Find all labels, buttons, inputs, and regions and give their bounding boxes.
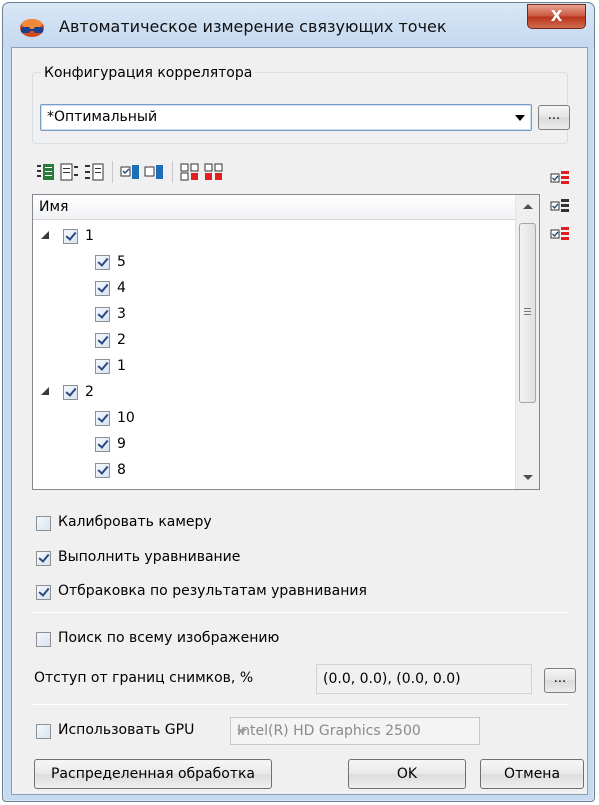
scroll-down-icon[interactable] (523, 475, 533, 480)
tree-item-label: 1 (117, 358, 126, 374)
tree-checkbox[interactable] (95, 463, 110, 478)
tree-item-label: 9 (117, 436, 126, 452)
use-gpu-label: Использовать GPU (58, 722, 195, 738)
correlator-config-value: *Оптимальный (47, 109, 158, 125)
tree-checkbox[interactable] (63, 385, 78, 400)
tree-checkbox[interactable] (95, 333, 110, 348)
tree-item-label: 2 (117, 332, 126, 348)
toolbar-separator (172, 161, 173, 183)
dialog-window: Автоматическое измерение связующих точек… (2, 2, 595, 802)
images-tree[interactable]: Имя 1 5 4 3 2 1 2 10 9 8 (32, 194, 540, 490)
tree-item-row[interactable]: 8 (33, 462, 513, 484)
tree-column-name-label: Имя (39, 199, 69, 215)
margin-browse-button[interactable]: ... (544, 668, 576, 693)
check-all-icon[interactable] (180, 162, 200, 182)
calibrate-camera-label: Калибровать камеру (58, 514, 212, 530)
distributed-processing-button[interactable]: Распределенная обработка (34, 759, 272, 789)
full-search-label: Поиск по всему изображению (58, 630, 280, 646)
margin-label: Отступ от границ снимков, % (34, 670, 254, 686)
app-logo-icon (20, 19, 44, 37)
tree-item-row[interactable]: 2 (33, 332, 513, 354)
toolbar-separator (112, 161, 113, 183)
tree-item-label: 2 (85, 384, 94, 400)
scroll-up-icon[interactable] (523, 204, 533, 209)
checkbox-icon[interactable] (36, 516, 51, 531)
tree-item-row[interactable]: 5 (33, 254, 513, 276)
expand-triangle-icon[interactable] (41, 387, 49, 395)
tree-item-label: 8 (117, 462, 126, 478)
tree-checkbox[interactable] (63, 229, 78, 244)
margin-value: (0.0, 0.0), (0.0, 0.0) (323, 671, 461, 687)
ok-button[interactable]: OK (348, 759, 466, 789)
tree-checkbox[interactable] (95, 255, 110, 270)
tree-checkbox[interactable] (95, 411, 110, 426)
chevron-down-icon (515, 115, 525, 121)
tree-item-label: 1 (85, 228, 94, 244)
checkbox-icon[interactable] (36, 551, 51, 566)
close-button[interactable]: X (527, 4, 586, 29)
tree-checkbox[interactable] (95, 437, 110, 452)
side-check-selected-icon[interactable] (550, 196, 570, 216)
correlator-config-select[interactable]: *Оптимальный (40, 104, 532, 131)
tree-checkbox[interactable] (95, 359, 110, 374)
divider (32, 612, 568, 613)
margin-value-field: (0.0, 0.0), (0.0, 0.0) (316, 664, 532, 694)
adjustment-label: Выполнить уравнивание (58, 549, 241, 565)
chevron-down-icon (237, 729, 247, 734)
check-selected-icon[interactable] (120, 162, 140, 182)
divider (32, 704, 568, 705)
tree-item-label: 3 (117, 306, 126, 322)
tree-item-label: 5 (117, 254, 126, 270)
tree-item-row[interactable]: 3 (33, 306, 513, 328)
tree-levels-icon[interactable] (84, 162, 104, 182)
checkbox-icon[interactable] (36, 632, 51, 647)
gpu-device-select: Intel(R) HD Graphics 2500 (230, 717, 480, 745)
gpu-device-value: Intel(R) HD Graphics 2500 (237, 723, 421, 739)
side-uncheck-all-icon[interactable] (550, 224, 570, 244)
tree-item-row[interactable]: 4 (33, 280, 513, 302)
window-title: Автоматическое измерение связующих точек (59, 17, 447, 36)
tree-item-label: 4 (117, 280, 126, 296)
correlator-group-title: Конфигурация коррелятора (41, 65, 256, 81)
correlator-browse-button[interactable]: ... (538, 105, 570, 130)
side-check-all-icon[interactable] (550, 168, 570, 188)
tree-checkbox[interactable] (95, 281, 110, 296)
tree-item-label: 10 (117, 410, 135, 426)
dialog-body: Конфигурация коррелятора *Оптимальный ..… (11, 47, 588, 795)
expand-all-icon[interactable] (36, 162, 56, 182)
tree-group-row[interactable]: 1 (33, 228, 513, 250)
title-bar[interactable]: Автоматическое измерение связующих точек… (3, 3, 594, 47)
scroll-thumb[interactable] (519, 223, 536, 403)
tree-column-header[interactable]: Имя (33, 195, 515, 220)
collapse-icon[interactable] (60, 162, 80, 182)
checkbox-icon[interactable] (36, 724, 51, 739)
tree-checkbox[interactable] (95, 307, 110, 322)
expand-triangle-icon[interactable] (41, 231, 49, 239)
tree-item-row[interactable]: 9 (33, 436, 513, 458)
tree-scrollbar[interactable] (515, 195, 539, 489)
tree-item-row[interactable]: 1 (33, 358, 513, 380)
checkbox-icon[interactable] (36, 585, 51, 600)
rejection-label: Отбраковка по результатам уравнивания (58, 583, 367, 599)
tree-item-row[interactable]: 10 (33, 410, 513, 432)
cancel-button[interactable]: Отмена (480, 759, 584, 789)
uncheck-selected-icon[interactable] (144, 162, 164, 182)
tree-group-row[interactable]: 2 (33, 384, 513, 406)
uncheck-all-icon[interactable] (204, 162, 224, 182)
